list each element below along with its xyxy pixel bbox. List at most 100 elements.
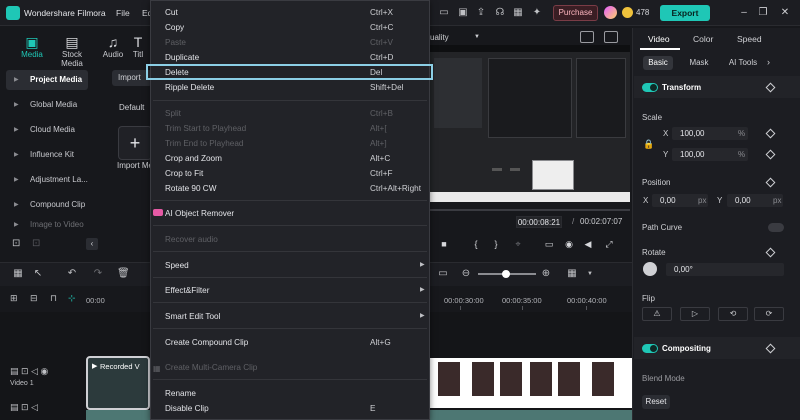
image-icon[interactable] [604, 31, 618, 43]
subtab-mask[interactable]: Mask [684, 56, 714, 70]
menu-item-rotate-90-cw[interactable]: Rotate 90 CW Ctrl+Alt+Right [165, 181, 423, 196]
menu-item-ripple-delete[interactable]: Ripple Delete Shift+Del [165, 80, 423, 95]
sidebar-item-compound-clip[interactable]: ▶ Compound Clip [6, 195, 88, 215]
video-track-controls[interactable]: ▤ ⊡ ◁ ◉ [10, 366, 48, 377]
mark-out-icon[interactable]: } [490, 238, 502, 250]
path-curve-toggle[interactable] [768, 223, 784, 232]
transform-toggle[interactable] [642, 83, 658, 92]
rotate-field[interactable]: 0,00° [666, 263, 784, 276]
clip-thumbnails[interactable] [430, 358, 632, 408]
menu-item-recover-audio[interactable]: Recover audio [165, 232, 423, 247]
collapse-sidebar-icon[interactable]: ‹ [86, 238, 98, 250]
subtab-basic[interactable]: Basic [643, 56, 673, 70]
quality-dropdown[interactable]: uality [430, 33, 449, 42]
undo-icon[interactable]: ↶ [66, 268, 78, 280]
menu-item-crop-to-fit[interactable]: Crop to Fit Ctrl+F [165, 166, 423, 181]
menu-item-split[interactable]: Split Ctrl+B [165, 106, 423, 121]
redo-icon[interactable]: ↷ [92, 268, 104, 280]
scale-y-field[interactable]: 100,00 [672, 148, 748, 161]
stop-icon[interactable]: ■ [438, 238, 450, 250]
menu-item-smart-edit-tool[interactable]: Smart Edit Tool ▶ [165, 309, 425, 324]
add-track-icon[interactable]: ⊞ [10, 293, 18, 304]
sidebar-item-label: Compound Clip [30, 200, 86, 209]
menu-item-speed[interactable]: Speed ▶ [165, 258, 425, 273]
menu-item-create-multi-camera-clip[interactable]: Create Multi-Camera Clip [165, 360, 423, 375]
snap-icon[interactable]: ⊹ [68, 293, 76, 304]
menu-item-rename[interactable]: Rename [165, 386, 423, 401]
menu-item-crop-and-zoom[interactable]: Crop and Zoom Alt+C [165, 151, 423, 166]
sidebar-item-project-media[interactable]: ▶ Project Media [6, 70, 88, 90]
tab-video[interactable]: Video [648, 34, 670, 44]
ruler-label: 00:00:35:00 [502, 296, 542, 305]
menu-file[interactable]: File [116, 8, 130, 18]
grid-view-icon[interactable]: ▦ [566, 268, 578, 280]
tab-stock-media[interactable]: ▤ Stock Media [50, 34, 94, 68]
menu-item-create-compound-clip[interactable]: Create Compound Clip Alt+G [165, 335, 423, 350]
menu-item-cut[interactable]: Cut Ctrl+X [165, 5, 423, 20]
sort-dropdown[interactable]: Default [119, 103, 144, 112]
scale-x-field[interactable]: 100,00 [672, 127, 748, 140]
avatar[interactable] [604, 6, 617, 19]
subtab-ai-tools[interactable]: AI Tools [726, 56, 760, 70]
marker-icon[interactable]: ⌖ [512, 238, 524, 250]
menu-item-trim-end[interactable]: Trim End to Playhead Alt+] [165, 136, 423, 151]
sidebar-item-global-media[interactable]: ▶ Global Media [6, 95, 88, 115]
mark-in-icon[interactable]: { [470, 238, 482, 250]
menu-item-copy[interactable]: Copy Ctrl+C [165, 20, 423, 35]
timeline-tool-icon[interactable]: ▭ [437, 268, 449, 280]
close-icon[interactable]: ✕ [778, 6, 792, 20]
menu-item-ai-object-remover[interactable]: AI Object Remover [165, 206, 423, 221]
menu-item-disable-clip[interactable]: Disable Clip E [165, 401, 423, 416]
new-folder-icon[interactable]: ⊡ [12, 238, 20, 249]
menu-item-trim-start[interactable]: Trim Start to Playhead Alt+[ [165, 121, 423, 136]
flip-vertical-button[interactable]: ⚠ [642, 307, 672, 321]
chevron-right-icon[interactable]: › [767, 57, 770, 67]
tab-speed[interactable]: Speed [737, 34, 762, 44]
rotate-dial[interactable] [643, 262, 657, 276]
zoom-out-icon[interactable]: ⊖ [460, 268, 472, 280]
upload-icon[interactable]: ⇪ [474, 6, 488, 20]
sidebar-item-image-to-video[interactable]: ▶ Image to Video [6, 220, 88, 230]
lock-icon[interactable]: 🔒 [643, 139, 654, 150]
monitor-icon[interactable]: ▭ [437, 6, 451, 20]
volume-icon[interactable]: ◀ [582, 238, 594, 250]
restore-icon[interactable]: ❐ [756, 6, 770, 20]
camera-icon[interactable]: ◉ [563, 238, 575, 250]
link-icon[interactable]: ⊟ [30, 293, 38, 304]
export-button[interactable]: Export [660, 5, 710, 21]
compositing-toggle[interactable] [642, 344, 658, 353]
menu-item-paste[interactable]: Paste Ctrl+V [165, 35, 423, 50]
menu-item-duplicate[interactable]: Duplicate Ctrl+D [165, 50, 423, 65]
import-media-tile[interactable]: + [118, 126, 152, 160]
tab-color[interactable]: Color [693, 34, 713, 44]
rotate-left-button[interactable]: ⟲ [718, 307, 748, 321]
folder-icon[interactable]: ⊡ [32, 238, 40, 249]
preview-scrubber[interactable] [430, 209, 630, 211]
tab-media[interactable]: ▣ Media [10, 34, 54, 59]
sidebar-item-influence-kit[interactable]: ▶ Influence Kit [6, 145, 88, 165]
purchase-button[interactable]: Purchase [553, 5, 598, 21]
sidebar-item-cloud-media[interactable]: ▶ Cloud Media [6, 120, 88, 140]
save-icon[interactable]: ▣ [456, 6, 470, 20]
reset-button[interactable]: Reset [642, 395, 670, 409]
grid-icon[interactable]: ▦ [511, 6, 525, 20]
rotate-right-button[interactable]: ⟳ [754, 307, 784, 321]
audio-track-controls[interactable]: ▤ ⊡ ◁ [10, 402, 38, 413]
chevron-down-icon[interactable]: ▼ [584, 268, 596, 280]
select-tool-icon[interactable]: ↖ [32, 268, 44, 280]
display-icon[interactable]: ▭ [543, 238, 555, 250]
gift-icon[interactable]: ✦ [530, 6, 544, 20]
magnet-icon[interactable]: ⊓ [50, 293, 57, 304]
layout-icon[interactable]: ▦ [12, 268, 24, 280]
delete-icon[interactable]: 🗑 [117, 268, 130, 280]
sidebar-item-adjustment-layer[interactable]: ▶ Adjustment La... [6, 170, 88, 190]
headset-icon[interactable]: ☊ [493, 6, 507, 20]
flip-horizontal-button[interactable]: ▷ [680, 307, 710, 321]
zoom-in-icon[interactable]: ⊕ [540, 268, 552, 280]
zoom-slider-handle[interactable] [502, 270, 510, 278]
snapshot-icon[interactable] [580, 31, 594, 43]
menu-item-effect-filter[interactable]: Effect&Filter ▶ [165, 283, 425, 298]
minimize-icon[interactable]: – [737, 6, 751, 20]
fullscreen-icon[interactable]: ⤢ [603, 238, 615, 250]
tab-titles[interactable]: T Titl [126, 34, 150, 59]
